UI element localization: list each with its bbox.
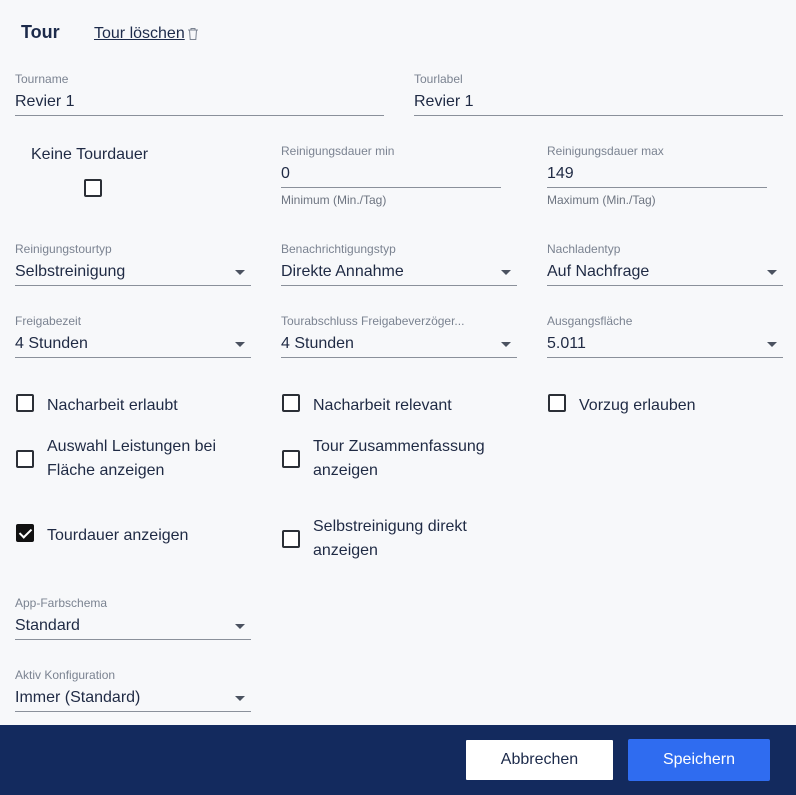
app-color-field: App-Farbschema Standard: [15, 596, 251, 640]
self-clean-label: Selbstreinigung direkt anzeigen: [313, 515, 467, 563]
clean-max-input[interactable]: 149: [547, 158, 767, 188]
self-clean-label-line2: anzeigen: [313, 542, 378, 559]
tourlabel-field: Tourlabel Revier 1: [414, 72, 783, 116]
reload-type-field: Nachladentyp Auf Nachfrage: [547, 242, 783, 286]
active-config-field: Aktiv Konfiguration Immer (Standard): [15, 668, 251, 712]
priority-allowed-label: Vorzug erlauben: [579, 397, 696, 414]
show-services-label-line2: Fläche anzeigen: [47, 462, 165, 479]
active-config-value: Immer (Standard): [15, 689, 141, 706]
clean-max-field: Reinigungsdauer max 149 Maximum (Min./Ta…: [547, 144, 767, 207]
notify-type-label: Benachrichtigungstyp: [281, 242, 396, 256]
app-color-label: App-Farbschema: [15, 596, 108, 610]
rework-allowed-label: Nacharbeit erlaubt: [47, 397, 178, 414]
tour-type-label: Reinigungstourtyp: [15, 242, 112, 256]
rework-relevant-label: Nacharbeit relevant: [313, 397, 452, 414]
tourlabel-input[interactable]: Revier 1: [414, 86, 783, 116]
clean-min-field: Reinigungsdauer min 0 Minimum (Min./Tag): [281, 144, 501, 207]
clean-min-label: Reinigungsdauer min: [281, 144, 395, 158]
notify-type-select[interactable]: Direkte Annahme: [281, 256, 517, 286]
self-clean-label-line1: Selbstreinigung direkt: [313, 518, 467, 535]
show-summary-label-line1: Tour Zusammenfassung: [313, 438, 485, 455]
release-time-select[interactable]: 4 Stunden: [15, 328, 251, 358]
tour-type-select[interactable]: Selbstreinigung: [15, 256, 251, 286]
chevron-down-icon: [235, 270, 245, 275]
show-duration-checkbox[interactable]: [16, 524, 34, 542]
rework-relevant-checkbox[interactable]: [282, 394, 300, 412]
chevron-down-icon: [235, 696, 245, 701]
reload-type-label: Nachladentyp: [547, 242, 621, 256]
reload-type-value: Auf Nachfrage: [547, 263, 650, 280]
dialog-footer: Abbrechen Speichern: [0, 725, 796, 795]
tourlabel-label: Tourlabel: [414, 72, 463, 86]
no-duration-group: Keine Tourdauer: [31, 146, 161, 197]
no-duration-checkbox[interactable]: [84, 179, 102, 197]
show-services-checkbox[interactable]: [16, 450, 34, 468]
cancel-button[interactable]: Abbrechen: [465, 739, 614, 781]
active-config-label: Aktiv Konfiguration: [15, 668, 116, 682]
tourname-input[interactable]: Revier 1: [15, 86, 384, 116]
show-summary-checkbox[interactable]: [282, 450, 300, 468]
release-time-value: 4 Stunden: [15, 335, 88, 352]
clean-max-hint: Maximum (Min./Tag): [547, 193, 656, 207]
self-clean-checkbox[interactable]: [282, 530, 300, 548]
show-summary-option: Tour Zusammenfassung anzeigen: [282, 435, 485, 483]
tour-close-delay-select[interactable]: 4 Stunden: [281, 328, 517, 358]
chevron-down-icon: [501, 342, 511, 347]
chevron-down-icon: [501, 270, 511, 275]
show-services-option: Auswahl Leistungen bei Fläche anzeigen: [16, 435, 216, 483]
reload-type-select[interactable]: Auf Nachfrage: [547, 256, 783, 286]
start-area-value: 5.011: [547, 335, 586, 352]
tour-type-value: Selbstreinigung: [15, 263, 126, 280]
show-services-label-line1: Auswahl Leistungen bei: [47, 438, 217, 455]
priority-allowed-checkbox[interactable]: [548, 394, 566, 412]
delete-tour-link[interactable]: Tour löschen: [94, 25, 199, 43]
rework-relevant-option: Nacharbeit relevant: [282, 394, 452, 418]
clean-min-hint: Minimum (Min./Tag): [281, 193, 387, 207]
chevron-down-icon: [767, 270, 777, 275]
start-area-field: Ausgangsfläche 5.011: [547, 314, 783, 358]
tour-close-delay-value: 4 Stunden: [281, 335, 354, 352]
chevron-down-icon: [235, 624, 245, 629]
notify-type-value: Direkte Annahme: [281, 263, 404, 280]
show-duration-option: Tourdauer anzeigen: [16, 524, 188, 548]
trash-icon: [187, 28, 198, 40]
clean-max-label: Reinigungsdauer max: [547, 144, 664, 158]
show-duration-label: Tourdauer anzeigen: [47, 527, 189, 544]
self-clean-option: Selbstreinigung direkt anzeigen: [282, 515, 467, 563]
tour-close-delay-field: Tourabschluss Freigabeverzöger... 4 Stun…: [281, 314, 517, 358]
save-button[interactable]: Speichern: [628, 739, 770, 781]
tourname-label: Tourname: [15, 72, 69, 86]
priority-allowed-option: Vorzug erlauben: [548, 394, 696, 418]
no-duration-label: Keine Tourdauer: [31, 146, 149, 163]
start-area-select[interactable]: 5.011: [547, 328, 783, 358]
app-color-select[interactable]: Standard: [15, 610, 251, 640]
tour-type-field: Reinigungstourtyp Selbstreinigung: [15, 242, 251, 286]
rework-allowed-checkbox[interactable]: [16, 394, 34, 412]
release-time-label: Freigabezeit: [15, 314, 82, 328]
active-config-select[interactable]: Immer (Standard): [15, 682, 251, 712]
tourname-field: Tourname Revier 1: [15, 72, 384, 116]
notify-type-field: Benachrichtigungstyp Direkte Annahme: [281, 242, 517, 286]
clean-min-input[interactable]: 0: [281, 158, 501, 188]
chevron-down-icon: [767, 342, 777, 347]
show-summary-label-line2: anzeigen: [313, 462, 378, 479]
show-services-label: Auswahl Leistungen bei Fläche anzeigen: [47, 435, 216, 483]
chevron-down-icon: [235, 342, 245, 347]
show-summary-label: Tour Zusammenfassung anzeigen: [313, 435, 485, 483]
dialog-title: Tour: [21, 22, 60, 42]
delete-tour-label: Tour löschen: [94, 25, 185, 42]
tour-close-delay-label: Tourabschluss Freigabeverzöger...: [281, 314, 465, 328]
rework-allowed-option: Nacharbeit erlaubt: [16, 394, 178, 418]
app-color-value: Standard: [15, 617, 80, 634]
start-area-label: Ausgangsfläche: [547, 314, 633, 328]
release-time-field: Freigabezeit 4 Stunden: [15, 314, 251, 358]
dialog-header: Tour Tour löschen: [0, 0, 796, 68]
